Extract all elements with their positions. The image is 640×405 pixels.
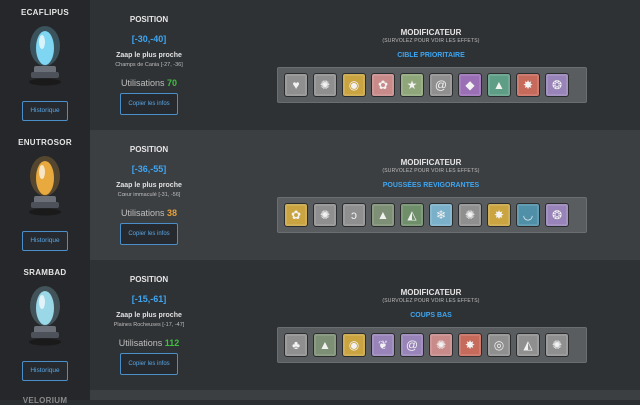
spiral-icon[interactable]: ✺ — [313, 73, 337, 97]
position-panel: POSITION [-15,-61] Zaap le plus proche P… — [100, 260, 198, 390]
modifier-title: MODIFICATEUR — [400, 28, 462, 37]
position-panel: POSITION [-30,-40] Zaap le plus proche C… — [100, 0, 198, 130]
spiral-icon[interactable]: ✺ — [545, 333, 569, 357]
coin-icon[interactable]: ◉ — [342, 333, 366, 357]
portal-card: SRAMBAD Historique — [0, 260, 90, 390]
usage-count: 70 — [167, 78, 178, 88]
portal-coordinates: [-36,-55] — [131, 164, 167, 174]
nearest-zaap-label: Zaap le plus proche — [116, 182, 182, 189]
modifier-icon-tray: ♣ ▲ ◉ ❦ @ ✺ ✸ ◎ ◭ ✺ — [277, 327, 587, 363]
modifier-icon-tray: ✿ ✺ ↄ ▲ ◭ ❄ ✺ ✸ ◡ ❂ — [277, 197, 587, 233]
position-title: POSITION — [129, 15, 169, 24]
swirl-icon[interactable]: @ — [400, 333, 424, 357]
portal-name: ENUTROSOR — [18, 138, 72, 147]
flame-icon[interactable]: ▲ — [487, 73, 511, 97]
wisp-icon[interactable]: ❂ — [545, 73, 569, 97]
modifier-panel: MODIFICATEUR (SURVOLEZ POUR VOIR LES EFF… — [276, 260, 587, 390]
nearest-zaap-location: Plaines Rocheuses [-17, -47] — [113, 322, 185, 328]
portal-row: ECAFLIPUS Historique POSITION [-30,-40] … — [0, 0, 640, 130]
portal-coordinates: [-30,-40] — [131, 34, 167, 44]
nearest-zaap-label: Zaap le plus proche — [116, 312, 182, 319]
feather-icon[interactable]: ❦ — [371, 333, 395, 357]
star-icon[interactable]: ★ — [400, 73, 424, 97]
portal-row: ENUTROSOR Historique POSITION [-36,-55] … — [0, 130, 640, 260]
copy-info-button[interactable]: Copier les infos — [120, 223, 178, 245]
usage-count: 112 — [164, 338, 180, 348]
nearest-zaap-location: Cœur immaculé [-31, -56] — [117, 192, 181, 198]
modifier-title: MODIFICATEUR — [400, 288, 462, 297]
history-button[interactable]: Historique — [22, 361, 68, 381]
portal-coordinates: [-15,-61] — [131, 294, 167, 304]
flame-icon[interactable]: ▲ — [313, 333, 337, 357]
modifier-title: MODIFICATEUR — [400, 158, 462, 167]
copy-info-button[interactable]: Copier les infos — [120, 93, 178, 115]
snowflake-icon[interactable]: ❄ — [429, 203, 453, 227]
modifier-hint: (SURVOLEZ POUR VOIR LES EFFETS) — [382, 298, 480, 304]
ear-icon[interactable]: ↄ — [342, 203, 366, 227]
portal-statue-icon — [29, 286, 61, 346]
spiral-icon[interactable]: ✺ — [429, 333, 453, 357]
modifier-hint: (SURVOLEZ POUR VOIR LES EFFETS) — [382, 168, 480, 174]
modifier-panel: MODIFICATEUR (SURVOLEZ POUR VOIR LES EFF… — [276, 0, 587, 130]
history-button[interactable]: Historique — [22, 231, 68, 251]
portal-row: SRAMBAD Historique POSITION [-15,-61] Za… — [0, 260, 640, 390]
portal-statue-icon — [29, 26, 61, 86]
nearest-zaap-location: Champs de Cania [-27, -36] — [115, 62, 183, 68]
spiral-icon[interactable]: ✺ — [458, 203, 482, 227]
modifier-name: POUSSÉES REVIGORANTES — [382, 182, 480, 189]
crystal-icon[interactable]: ◆ — [458, 73, 482, 97]
history-button[interactable]: Historique — [22, 101, 68, 121]
modifier-name: CIBLE PRIORITAIRE — [397, 52, 465, 59]
burst-icon[interactable]: ✸ — [487, 203, 511, 227]
heart-icon[interactable]: ♥ — [284, 73, 308, 97]
portal-statue-icon — [29, 156, 61, 216]
burst-icon[interactable]: ✸ — [516, 73, 540, 97]
position-panel: POSITION [-36,-55] Zaap le plus proche C… — [100, 130, 198, 260]
portal-name: ECAFLIPUS — [20, 8, 70, 17]
mountain-icon[interactable]: ◭ — [516, 333, 540, 357]
modifier-icon-tray: ♥ ✺ ◉ ✿ ★ @ ◆ ▲ ✸ ❂ — [277, 67, 587, 103]
mountain-icon[interactable]: ◭ — [400, 203, 424, 227]
portal-card: ENUTROSOR Historique — [0, 130, 90, 260]
usage-label: Utilisations — [118, 338, 163, 348]
usage-text: Utilisations 112 — [100, 338, 198, 348]
swirl-icon[interactable]: @ — [429, 73, 453, 97]
usage-text: Utilisations 70 — [100, 78, 198, 88]
copy-info-button[interactable]: Copier les infos — [120, 353, 178, 375]
portal-row-partial: VELORIUM — [0, 390, 640, 405]
portal-name: SRAMBAD — [23, 268, 67, 277]
position-title: POSITION — [129, 145, 169, 154]
tree-icon[interactable]: ♣ — [284, 333, 308, 357]
usage-count: 38 — [167, 208, 178, 218]
portal-name: VELORIUM — [22, 396, 68, 405]
flower-icon[interactable]: ✿ — [284, 203, 308, 227]
usage-label: Utilisations — [120, 208, 165, 218]
eye-icon[interactable]: ◎ — [487, 333, 511, 357]
usage-label: Utilisations — [120, 78, 165, 88]
position-title: POSITION — [129, 275, 169, 284]
modifier-name: COUPS BAS — [410, 312, 452, 319]
wisp-icon[interactable]: ❂ — [545, 203, 569, 227]
usage-text: Utilisations 38 — [100, 208, 198, 218]
coin-icon[interactable]: ◉ — [342, 73, 366, 97]
flower-icon[interactable]: ✿ — [371, 73, 395, 97]
spiral-icon[interactable]: ✺ — [313, 203, 337, 227]
modifier-panel: MODIFICATEUR (SURVOLEZ POUR VOIR LES EFF… — [276, 130, 587, 260]
nearest-zaap-label: Zaap le plus proche — [116, 52, 182, 59]
shell-icon[interactable]: ▲ — [371, 203, 395, 227]
modifier-hint: (SURVOLEZ POUR VOIR LES EFFETS) — [382, 38, 480, 44]
burst-icon[interactable]: ✸ — [458, 333, 482, 357]
portal-card: ECAFLIPUS Historique — [0, 0, 90, 130]
wave-icon[interactable]: ◡ — [516, 203, 540, 227]
